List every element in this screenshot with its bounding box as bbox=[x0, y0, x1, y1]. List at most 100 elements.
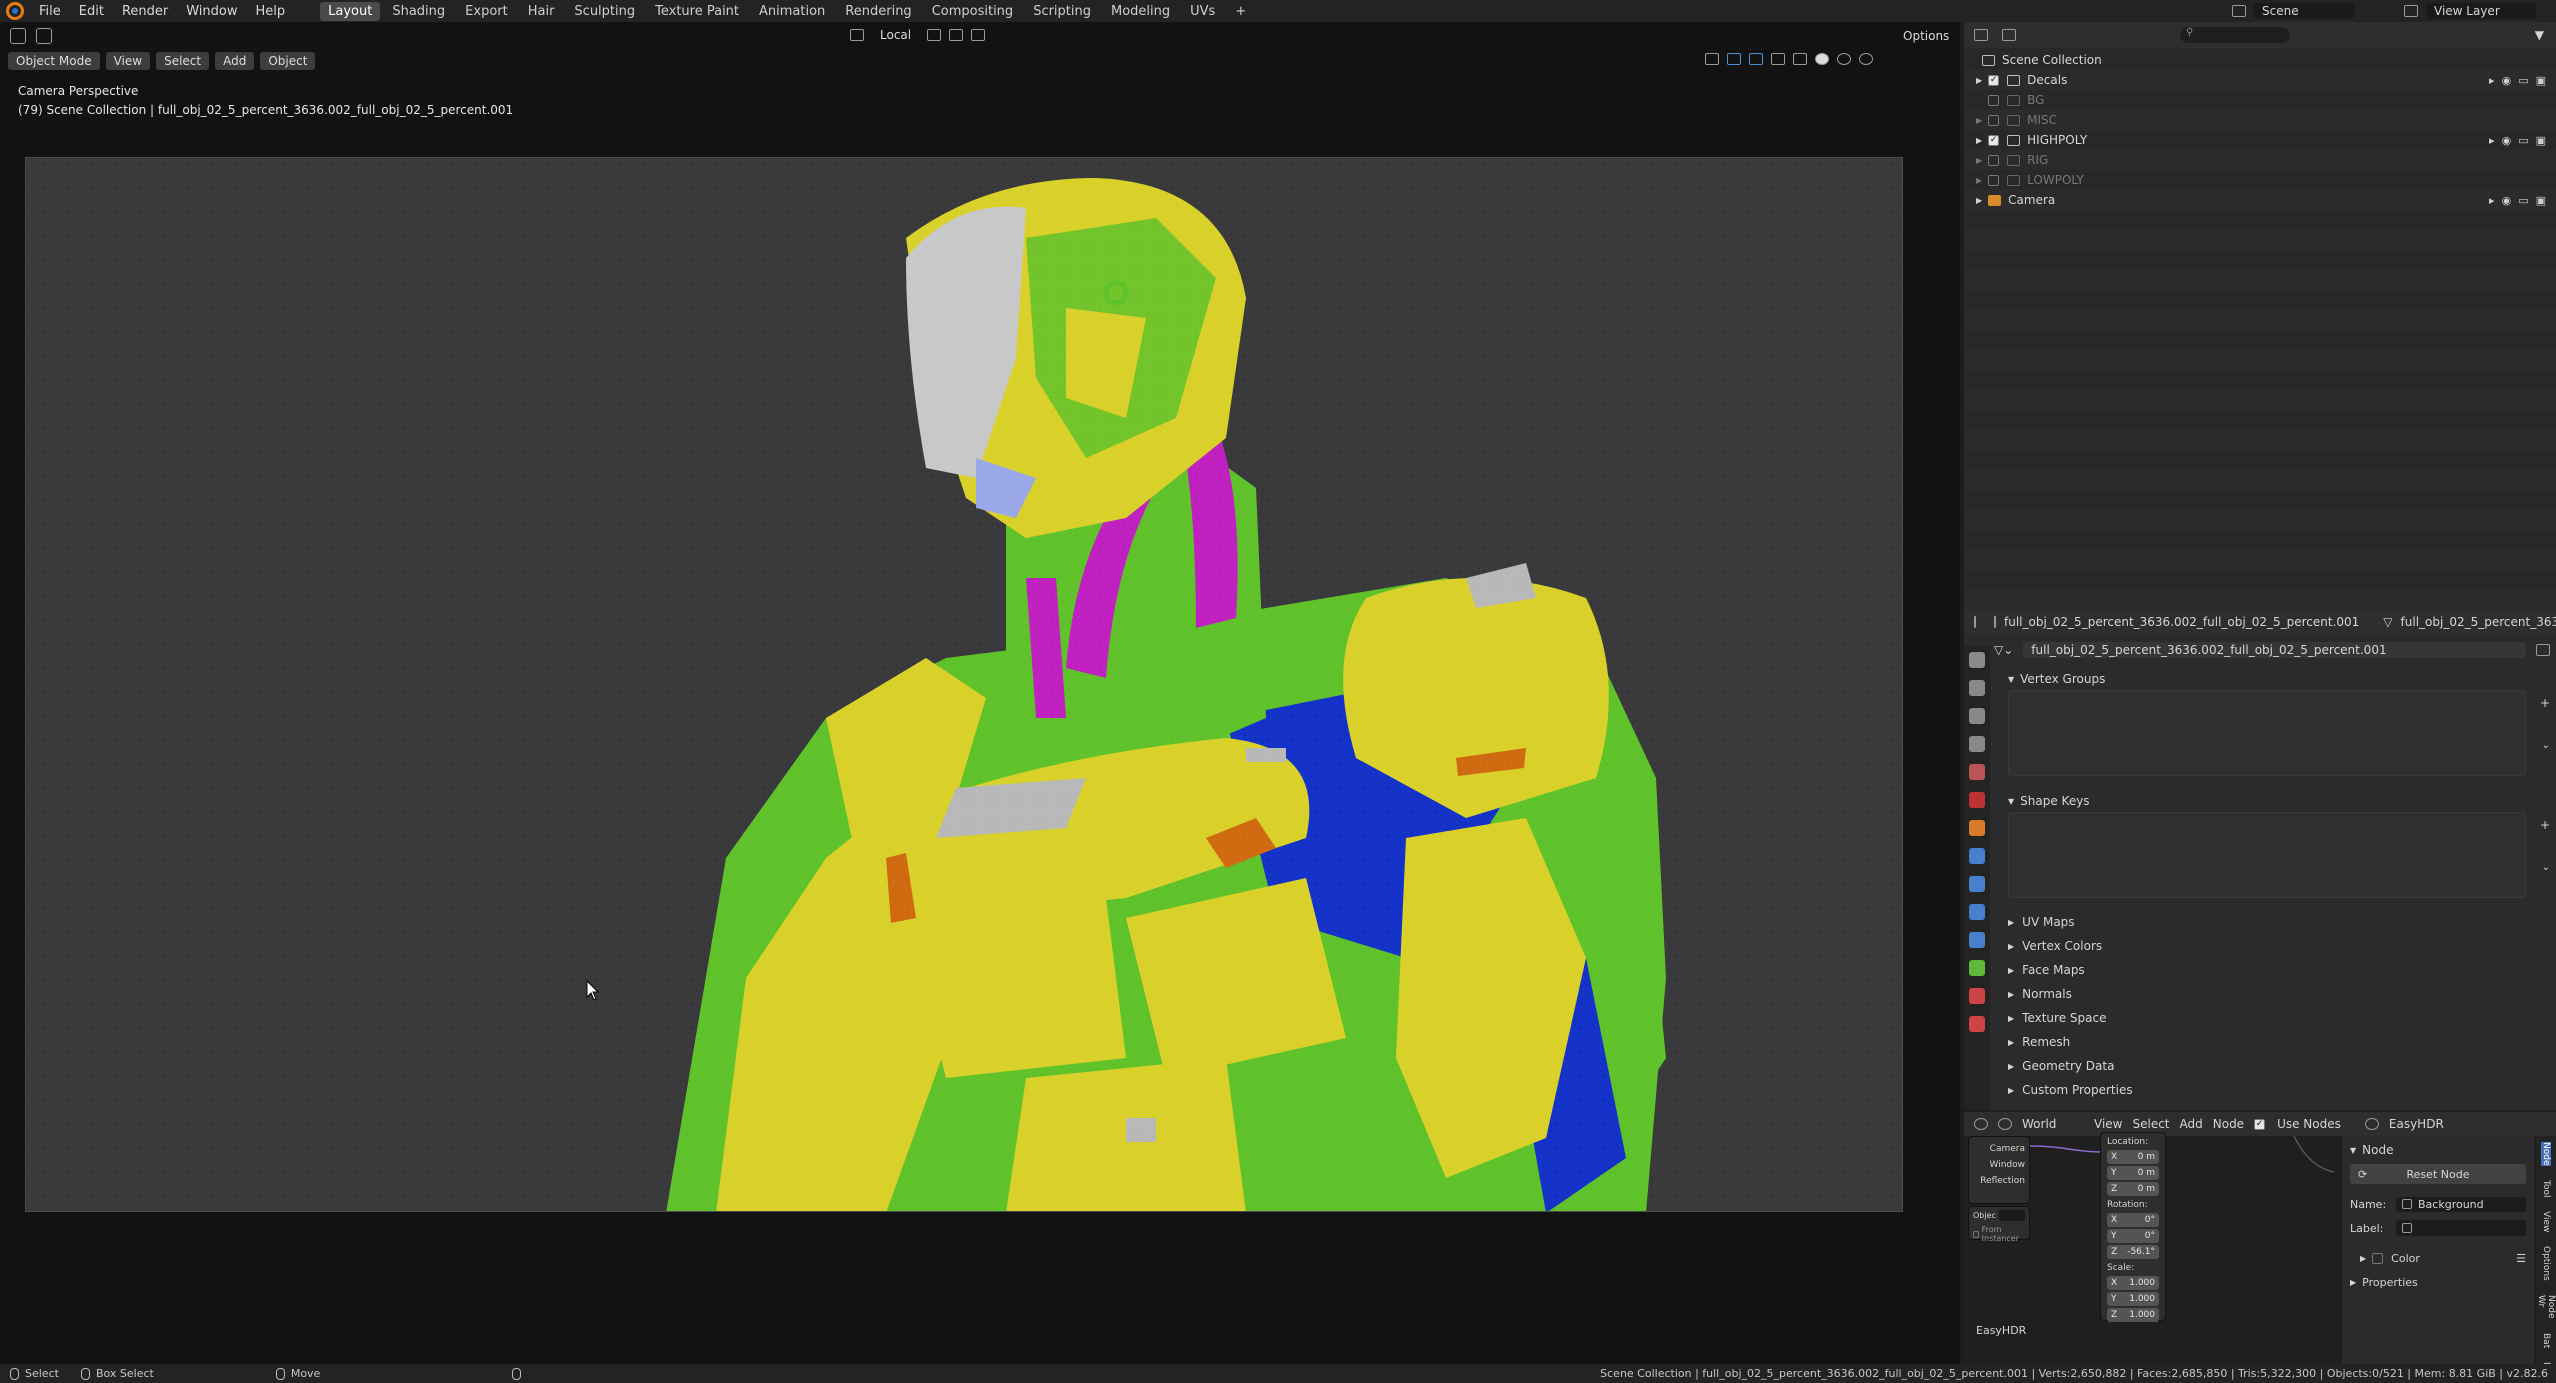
modifier-tab-icon[interactable] bbox=[1969, 848, 1985, 864]
add-vertex-group-button[interactable]: + bbox=[2540, 696, 2550, 710]
outliner-item-decals[interactable]: ▶ ✓ Decals ▸ ◉ ▭ ▣ bbox=[1964, 70, 2556, 90]
robot-model[interactable] bbox=[26, 158, 1903, 1212]
view-menu[interactable]: View bbox=[105, 52, 151, 70]
color-subpanel-header[interactable]: ▶ Color ☰ bbox=[2350, 1246, 2526, 1270]
properties-subpanel-header[interactable]: ▶ Properties bbox=[2350, 1270, 2526, 1294]
highpoly-checkbox[interactable]: ✓ bbox=[1988, 134, 2000, 146]
custom-properties-panel-header[interactable]: ▶ Custom Properties bbox=[1994, 1078, 2556, 1102]
node-panel-header[interactable]: ▼ Node bbox=[2350, 1140, 2526, 1160]
menu-window[interactable]: Window bbox=[177, 4, 246, 19]
constraints-tab-icon[interactable] bbox=[1969, 932, 1985, 948]
reset-node-button[interactable]: ⟳ Reset Node bbox=[2350, 1164, 2526, 1184]
view-layer-field[interactable]: View Layer bbox=[2426, 3, 2536, 19]
physics-tab-icon[interactable] bbox=[1969, 904, 1985, 920]
object-name-breadcrumb[interactable]: full_obj_02_5_percent_3636.002_full_obj_… bbox=[2004, 615, 2359, 629]
side-tab-node[interactable]: Node bbox=[2541, 1142, 2551, 1166]
outliner-item-camera[interactable]: ▶ Camera ▸ ◉ ▭ ▣ bbox=[1964, 190, 2556, 210]
restriction-toggles[interactable]: ▸ ◉ ▭ ▣ bbox=[2489, 74, 2546, 87]
menu-edit[interactable]: Edit bbox=[70, 4, 113, 19]
lowpoly-checkbox[interactable] bbox=[1988, 174, 2000, 186]
add-workspace-button[interactable]: + bbox=[1227, 2, 1254, 21]
scene-collection-row[interactable]: Scene Collection bbox=[1964, 50, 2556, 70]
outliner-item-rig[interactable]: ▶ RIG bbox=[1964, 150, 2556, 170]
shape-key-specials-icon[interactable]: ⌄ bbox=[2542, 862, 2550, 873]
select-menu[interactable]: Select bbox=[156, 52, 210, 70]
vertex-colors-panel-header[interactable]: ▶ Vertex Colors bbox=[1994, 934, 2556, 958]
workspace-tab-export[interactable]: Export bbox=[457, 2, 516, 21]
material-tab-icon[interactable] bbox=[1969, 988, 1985, 1004]
vertex-groups-panel-header[interactable]: ▼ Vertex Groups bbox=[1994, 668, 2556, 690]
misc-checkbox[interactable] bbox=[1988, 114, 2000, 126]
uv-maps-panel-header[interactable]: ▶ UV Maps bbox=[1994, 910, 2556, 934]
expand-arrow-icon[interactable]: ▶ bbox=[1976, 196, 1982, 205]
expand-arrow-icon[interactable]: ▶ bbox=[1976, 176, 1982, 185]
outliner-editor-icon[interactable] bbox=[1974, 29, 1988, 41]
rig-checkbox[interactable] bbox=[1988, 154, 2000, 166]
display-mode-icon[interactable] bbox=[2002, 29, 2016, 41]
scene-name-field[interactable]: Scene bbox=[2254, 3, 2354, 19]
normals-panel-header[interactable]: ▶ Normals bbox=[1994, 982, 2556, 1006]
add-shape-key-button[interactable]: + bbox=[2540, 818, 2550, 832]
side-tab-bat[interactable]: Bat bbox=[2541, 1333, 2551, 1348]
workspace-tab-animation[interactable]: Animation bbox=[751, 2, 833, 21]
vertex-group-specials-icon[interactable]: ⌄ bbox=[2542, 740, 2550, 751]
menu-file[interactable]: File bbox=[30, 4, 70, 19]
object-mode-dropdown[interactable]: Object Mode bbox=[8, 52, 100, 70]
outliner-item-bg[interactable]: ▶ BG bbox=[1964, 90, 2556, 110]
geometry-data-panel-header[interactable]: ▶ Geometry Data bbox=[1994, 1054, 2556, 1078]
cursor-tool-icon[interactable] bbox=[36, 28, 52, 44]
overlay-icon[interactable] bbox=[1749, 53, 1763, 65]
filter-icon[interactable]: ▼ bbox=[2535, 28, 2544, 42]
menu-render[interactable]: Render bbox=[113, 4, 177, 19]
shape-keys-panel-header[interactable]: ▼ Shape Keys bbox=[1994, 790, 2556, 812]
texture-space-panel-header[interactable]: ▶ Texture Space bbox=[1994, 1006, 2556, 1030]
object-menu[interactable]: Object bbox=[260, 52, 316, 70]
outliner-search-input[interactable]: ⚲ bbox=[2180, 27, 2290, 43]
solid-shading-icon[interactable] bbox=[1815, 53, 1829, 65]
workspace-tab-layout[interactable]: Layout bbox=[320, 1, 381, 21]
proportional-edit-icon[interactable] bbox=[971, 29, 986, 41]
gizmo-icon[interactable] bbox=[1727, 53, 1741, 65]
workspace-tab-modeling[interactable]: Modeling bbox=[1103, 2, 1178, 21]
workspace-tab-sculpting[interactable]: Sculpting bbox=[566, 2, 643, 21]
object-tab-icon[interactable] bbox=[1969, 820, 1985, 836]
outliner-item-highpoly[interactable]: ▶ ✓ HIGHPOLY ▸ ◉ ▭ ▣ bbox=[1964, 130, 2556, 150]
node-name-field[interactable]: Background bbox=[2396, 1196, 2526, 1212]
color-checkbox[interactable] bbox=[2372, 1252, 2384, 1264]
material-shading-icon[interactable] bbox=[1837, 53, 1851, 65]
visibility-icon[interactable] bbox=[1705, 53, 1719, 65]
workspace-tab-rendering[interactable]: Rendering bbox=[837, 2, 919, 21]
node-label-field[interactable] bbox=[2396, 1220, 2526, 1236]
wireframe-shading-icon[interactable] bbox=[1793, 53, 1807, 65]
world-tab-icon[interactable] bbox=[1969, 792, 1985, 808]
view-layer-tab-icon[interactable] bbox=[1969, 736, 1985, 752]
workspace-tab-hair[interactable]: Hair bbox=[520, 2, 563, 21]
outliner-item-misc[interactable]: ▶ MISC bbox=[1964, 110, 2556, 130]
options-dropdown[interactable]: Options bbox=[1895, 27, 1957, 45]
expand-arrow-icon[interactable]: ▶ bbox=[1976, 116, 1982, 125]
camera-view-frame[interactable] bbox=[25, 157, 1903, 1212]
side-tab-tool[interactable]: Tool bbox=[2541, 1180, 2551, 1197]
transform-orientation-dropdown[interactable]: Local bbox=[872, 26, 919, 44]
workspace-tab-shading[interactable]: Shading bbox=[384, 2, 453, 21]
properties-editor-icon[interactable] bbox=[1974, 616, 1976, 628]
side-tab-view[interactable]: View bbox=[2541, 1211, 2551, 1232]
face-maps-panel-header[interactable]: ▶ Face Maps bbox=[1994, 958, 2556, 982]
expand-arrow-icon[interactable]: ▶ bbox=[1976, 156, 1982, 165]
snap-icon[interactable] bbox=[949, 29, 964, 41]
fake-user-icon[interactable] bbox=[2536, 644, 2550, 656]
vertex-groups-list[interactable]: + ⌄ bbox=[1994, 690, 2556, 776]
scene-tab-icon[interactable] bbox=[1969, 764, 1985, 780]
3d-viewport[interactable]: Local Options Object Mode View Select Ad… bbox=[0, 22, 1960, 1364]
expand-arrow-icon[interactable]: ▶ bbox=[1976, 136, 1982, 145]
bg-checkbox[interactable] bbox=[1988, 94, 2000, 106]
rendered-shading-icon[interactable] bbox=[1859, 53, 1873, 65]
editor-type-icon[interactable] bbox=[10, 28, 26, 44]
workspace-tab-uvs[interactable]: UVs bbox=[1182, 2, 1223, 21]
expand-arrow-icon[interactable]: ▶ bbox=[1976, 76, 1982, 85]
restriction-toggles[interactable]: ▸ ◉ ▭ ▣ bbox=[2489, 194, 2546, 207]
decals-checkbox[interactable]: ✓ bbox=[1988, 74, 2000, 86]
tool-tab-icon[interactable] bbox=[1969, 652, 1985, 668]
render-tab-icon[interactable] bbox=[1969, 680, 1985, 696]
remesh-panel-header[interactable]: ▶ Remesh bbox=[1994, 1030, 2556, 1054]
